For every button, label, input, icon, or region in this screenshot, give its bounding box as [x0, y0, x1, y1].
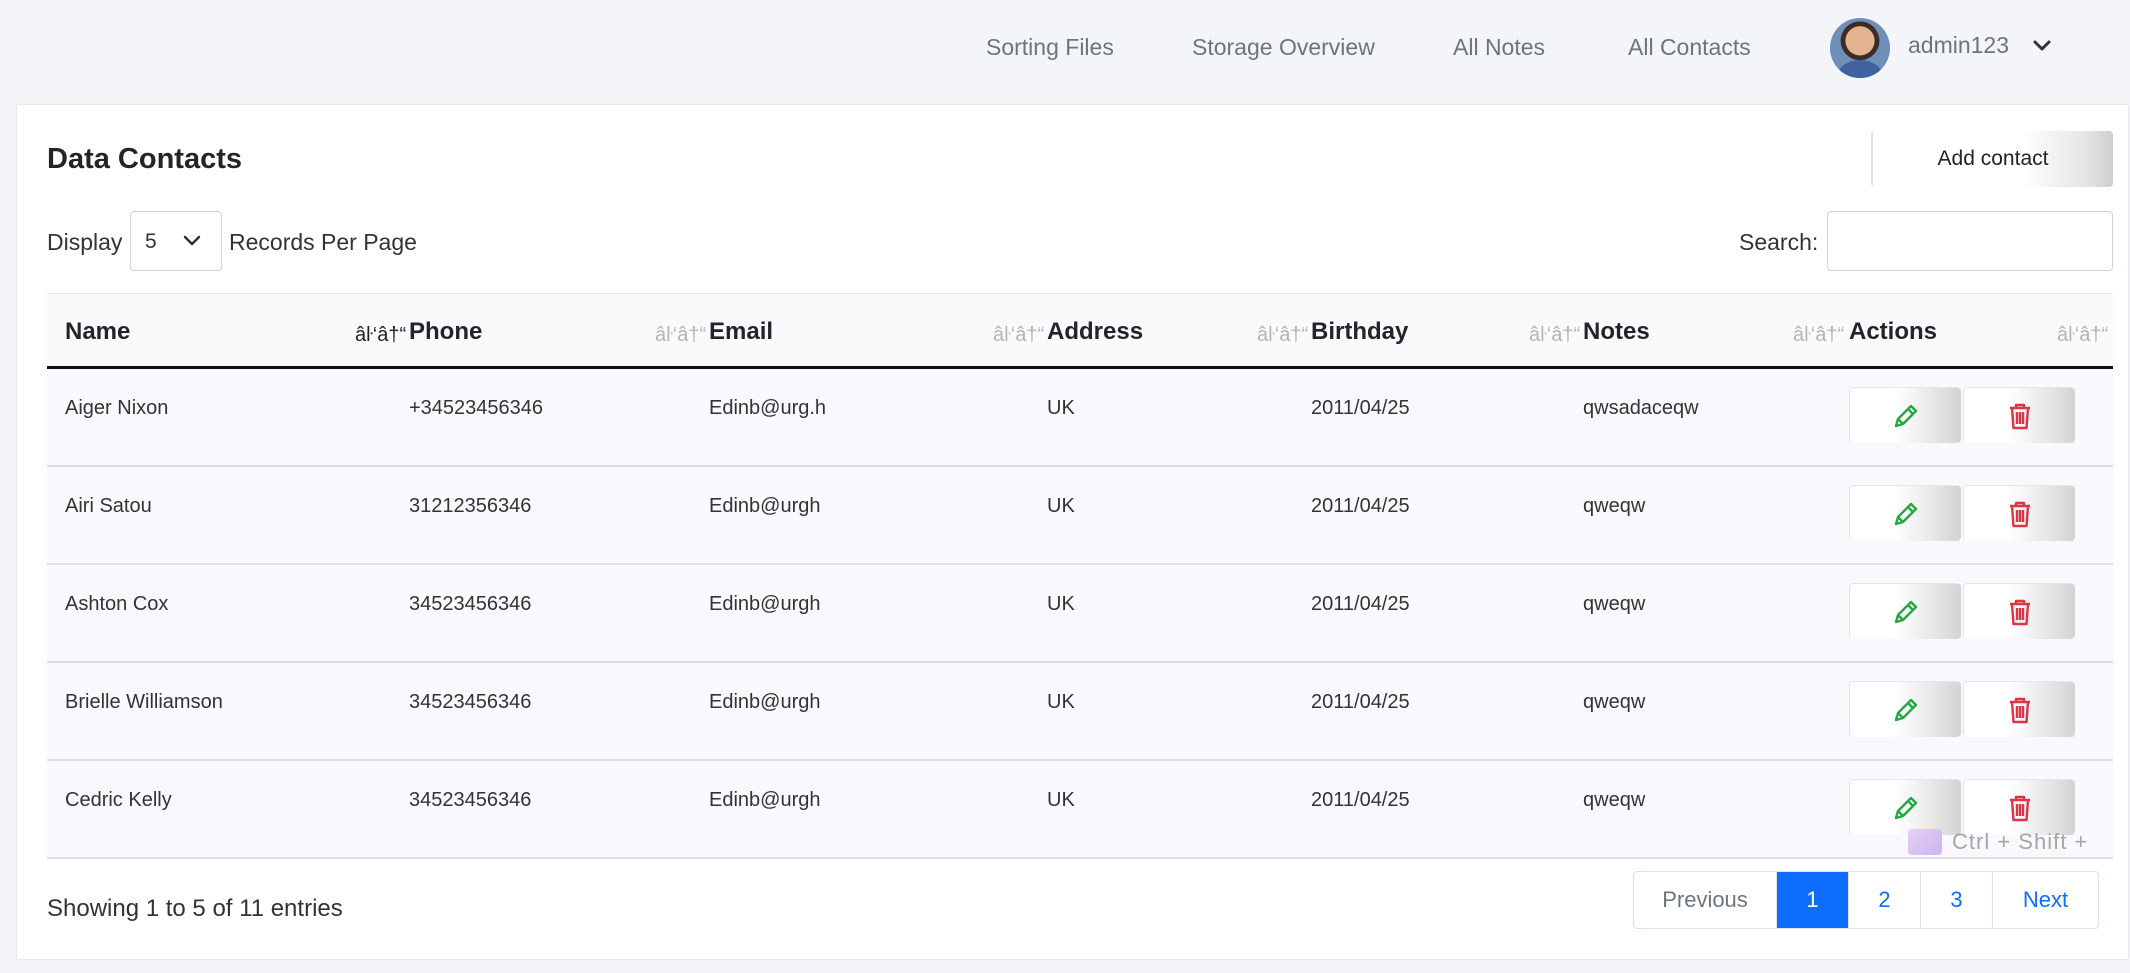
header-notes[interactable]: Notes	[1583, 318, 1650, 346]
pagination-page-3[interactable]: 3	[1920, 872, 1992, 928]
trash-icon	[2010, 403, 2030, 430]
sort-icon[interactable]: âŀ‘â†“	[2057, 324, 2108, 347]
chevron-down-icon[interactable]	[2030, 36, 2054, 56]
cell-address: UK	[1047, 593, 1075, 615]
header-phone[interactable]: Phone	[409, 318, 482, 346]
table-header: Name âŀ‘â†“ Phone âŀ‘â†“ Email âŀ‘â†“ Ad…	[47, 293, 2113, 369]
cell-email: Edinb@urgh	[709, 495, 821, 517]
delete-button[interactable]	[1963, 387, 2075, 443]
cell-notes: qwsadaceqw	[1583, 397, 1699, 419]
edit-button[interactable]	[1849, 681, 1961, 737]
sort-icon[interactable]: âŀ‘â†“	[1257, 324, 1308, 347]
pagination-page-2[interactable]: 2	[1848, 872, 1920, 928]
chevron-down-icon	[183, 235, 201, 246]
trash-icon	[2010, 795, 2030, 822]
cell-phone: 34523456346	[409, 593, 532, 615]
cell-name: Cedric Kelly	[65, 789, 172, 811]
records-per-page-select[interactable]: 5	[130, 211, 222, 271]
table-row: Aiger Nixon +34523456346 Edinb@urg.h UK …	[47, 369, 2113, 467]
sort-icon[interactable]: âŀ‘â†“	[355, 324, 406, 347]
cell-name: Brielle Williamson	[65, 691, 223, 713]
cell-birthday: 2011/04/25	[1311, 593, 1410, 615]
pencil-icon	[1894, 502, 1918, 526]
edit-button[interactable]	[1849, 485, 1961, 541]
keyboard-icon	[1908, 829, 1942, 855]
sort-icon[interactable]: âŀ‘â†“	[1793, 324, 1844, 347]
cell-name: Ashton Cox	[65, 593, 169, 615]
header-email[interactable]: Email	[709, 318, 773, 346]
shortcut-hint: Ctrl + Shift +	[1908, 822, 2088, 862]
trash-icon	[2010, 501, 2030, 528]
trash-icon	[2010, 697, 2030, 724]
table-row: Cedric Kelly 34523456346 Edinb@urgh UK 2…	[47, 761, 2113, 859]
pencil-icon	[1894, 698, 1918, 722]
header-name[interactable]: Name	[65, 318, 130, 346]
add-contact-button[interactable]: Add contact	[1871, 131, 2113, 187]
cell-phone: 31212356346	[409, 495, 532, 517]
cell-email: Edinb@urgh	[709, 789, 821, 811]
sort-icon[interactable]: âŀ‘â†“	[655, 324, 706, 347]
cell-birthday: 2011/04/25	[1311, 495, 1410, 517]
avatar[interactable]	[1830, 18, 1890, 78]
cell-birthday: 2011/04/25	[1311, 789, 1410, 811]
cell-notes: qweqw	[1583, 691, 1646, 713]
page-title: Data Contacts	[47, 143, 242, 175]
cell-email: Edinb@urgh	[709, 691, 821, 713]
cell-address: UK	[1047, 789, 1075, 811]
display-label: Display	[47, 229, 123, 255]
header-address[interactable]: Address	[1047, 318, 1143, 346]
nav-sorting-files[interactable]: Sorting Files	[986, 34, 1114, 61]
contacts-card: Data Contacts Add contact Display 5 Reco…	[16, 104, 2129, 960]
sort-icon[interactable]: âŀ‘â†“	[993, 324, 1044, 347]
cell-phone: 34523456346	[409, 691, 532, 713]
cell-address: UK	[1047, 397, 1075, 419]
nav-storage-overview[interactable]: Storage Overview	[1192, 34, 1375, 61]
top-navbar: Sorting Files Storage Overview All Notes…	[0, 0, 2130, 100]
table-row: Airi Satou 31212356346 Edinb@urgh UK 201…	[47, 467, 2113, 565]
edit-button[interactable]	[1849, 387, 1961, 443]
pencil-icon	[1894, 600, 1918, 624]
search-input[interactable]	[1827, 211, 2113, 271]
pencil-icon	[1894, 404, 1918, 428]
cell-notes: qweqw	[1583, 789, 1646, 811]
cell-address: UK	[1047, 691, 1075, 713]
pagination: Previous 1 2 3 Next	[1633, 871, 2099, 929]
edit-button[interactable]	[1849, 583, 1961, 639]
sort-icon[interactable]: âŀ‘â†“	[1529, 324, 1580, 347]
search-label: Search:	[1739, 229, 1819, 255]
cell-email: Edinb@urg.h	[709, 397, 827, 419]
pencil-icon	[1894, 796, 1918, 820]
pagination-previous[interactable]: Previous	[1634, 872, 1776, 928]
cell-notes: qweqw	[1583, 495, 1646, 517]
trash-icon	[2010, 599, 2030, 626]
header-actions[interactable]: Actions	[1849, 318, 1937, 346]
entries-info: Showing 1 to 5 of 11 entries	[47, 895, 343, 922]
cell-name: Aiger Nixon	[65, 397, 169, 419]
delete-button[interactable]	[1963, 681, 2075, 737]
cell-phone: +34523456346	[409, 397, 544, 419]
records-per-page-label: Records Per Page	[229, 229, 417, 255]
delete-button[interactable]	[1963, 485, 2075, 541]
shortcut-hint-text: Ctrl + Shift +	[1952, 829, 2089, 854]
cell-notes: qweqw	[1583, 593, 1646, 615]
username-label[interactable]: admin123	[1908, 32, 2009, 59]
table-row: Ashton Cox 34523456346 Edinb@urgh UK 201…	[47, 565, 2113, 663]
nav-all-notes[interactable]: All Notes	[1453, 34, 1545, 61]
header-birthday[interactable]: Birthday	[1311, 318, 1408, 346]
table-row: Brielle Williamson 34523456346 Edinb@urg…	[47, 663, 2113, 761]
pagination-page-1[interactable]: 1	[1776, 872, 1848, 928]
pagination-next[interactable]: Next	[1992, 872, 2098, 928]
cell-phone: 34523456346	[409, 789, 532, 811]
cell-birthday: 2011/04/25	[1311, 397, 1410, 419]
cell-birthday: 2011/04/25	[1311, 691, 1410, 713]
delete-button[interactable]	[1963, 583, 2075, 639]
cell-address: UK	[1047, 495, 1075, 517]
nav-all-contacts[interactable]: All Contacts	[1628, 34, 1751, 61]
cell-name: Airi Satou	[65, 495, 152, 517]
cell-email: Edinb@urgh	[709, 593, 821, 615]
records-per-page-value: 5	[145, 230, 157, 253]
